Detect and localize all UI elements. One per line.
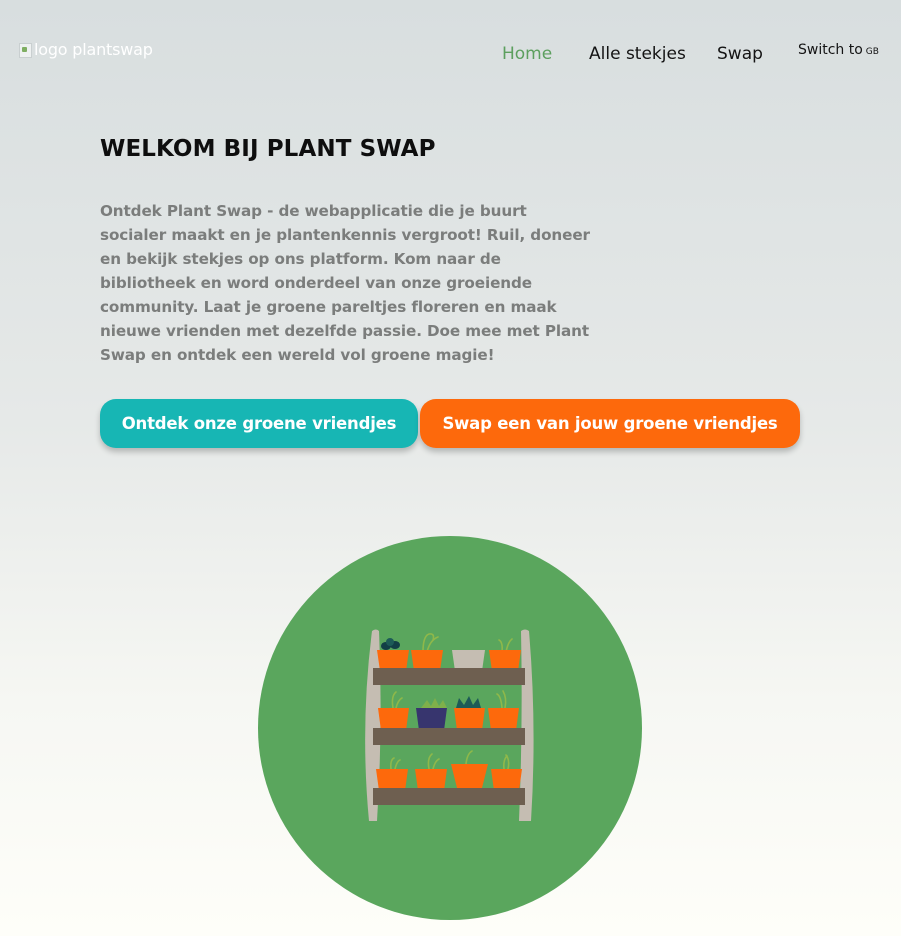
- plant-shelf-illustration: [257, 536, 643, 922]
- language-code: GB: [865, 47, 879, 57]
- page-title: WELKOM BIJ PLANT SWAP: [100, 136, 436, 162]
- site-header: logo plantswap Home Alle stekjes Swap Sw…: [0, 0, 901, 100]
- nav-swap-link[interactable]: Swap: [717, 44, 763, 64]
- nav-home-link[interactable]: Home: [502, 44, 552, 64]
- main-nav: Home Alle stekjes Swap: [0, 44, 901, 68]
- swap-plant-button[interactable]: Swap een van jouw groene vriendjes: [420, 399, 800, 448]
- language-switch-label: Switch to: [798, 42, 863, 58]
- discover-plants-button[interactable]: Ontdek onze groene vriendjes: [100, 399, 418, 448]
- nav-all-cuttings-link[interactable]: Alle stekjes: [589, 44, 686, 64]
- language-switch[interactable]: Switch to GB: [798, 42, 879, 58]
- intro-text: Ontdek Plant Swap - de webapplicatie die…: [100, 202, 590, 364]
